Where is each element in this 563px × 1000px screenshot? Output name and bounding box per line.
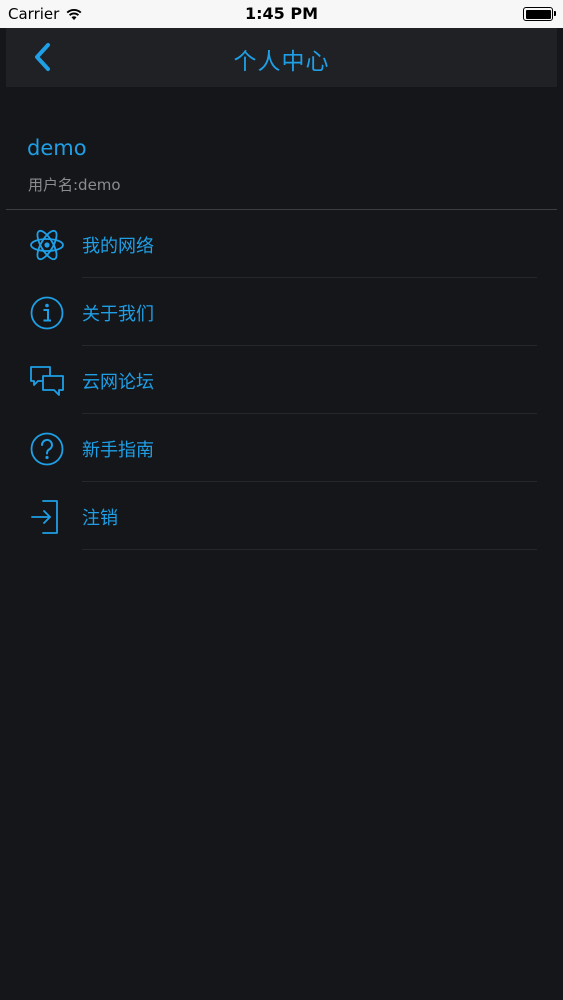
help-icon — [28, 430, 66, 468]
menu-item-label: 我的网络 — [82, 236, 154, 257]
atom-icon — [28, 226, 66, 264]
battery-fill — [525, 9, 551, 19]
app-screen: Carrier 1:45 PM 个人中心 demo 用户名:demo 我的网络 … — [0, 0, 563, 1000]
menu-item-logout[interactable]: 注销 — [6, 482, 557, 550]
page-title: 个人中心 — [233, 49, 330, 75]
menu-item-label: 注销 — [82, 508, 118, 529]
user-profile-section: demo 用户名:demo — [6, 87, 557, 210]
logout-icon — [28, 498, 66, 536]
menu-list: 我的网络 关于我们 云网论坛 新手指南 注销 — [6, 210, 557, 550]
username-line: 用户名:demo — [28, 176, 121, 194]
status-time: 1:45 PM — [244, 4, 318, 23]
user-display-name: demo — [27, 136, 87, 160]
menu-item-my-network[interactable]: 我的网络 — [6, 210, 557, 278]
status-bar: Carrier 1:45 PM — [0, 0, 563, 28]
menu-item-forum[interactable]: 云网论坛 — [6, 346, 557, 414]
row-divider — [82, 549, 537, 550]
info-icon — [28, 294, 66, 332]
menu-item-about-us[interactable]: 关于我们 — [6, 278, 557, 346]
chat-bubbles-icon — [28, 362, 66, 400]
menu-item-label: 云网论坛 — [82, 372, 154, 393]
navigation-bar: 个人中心 — [6, 28, 557, 87]
menu-item-label: 新手指南 — [82, 440, 154, 461]
menu-item-label: 关于我们 — [82, 304, 154, 325]
menu-item-beginner-guide[interactable]: 新手指南 — [6, 414, 557, 482]
battery-icon — [523, 7, 556, 21]
